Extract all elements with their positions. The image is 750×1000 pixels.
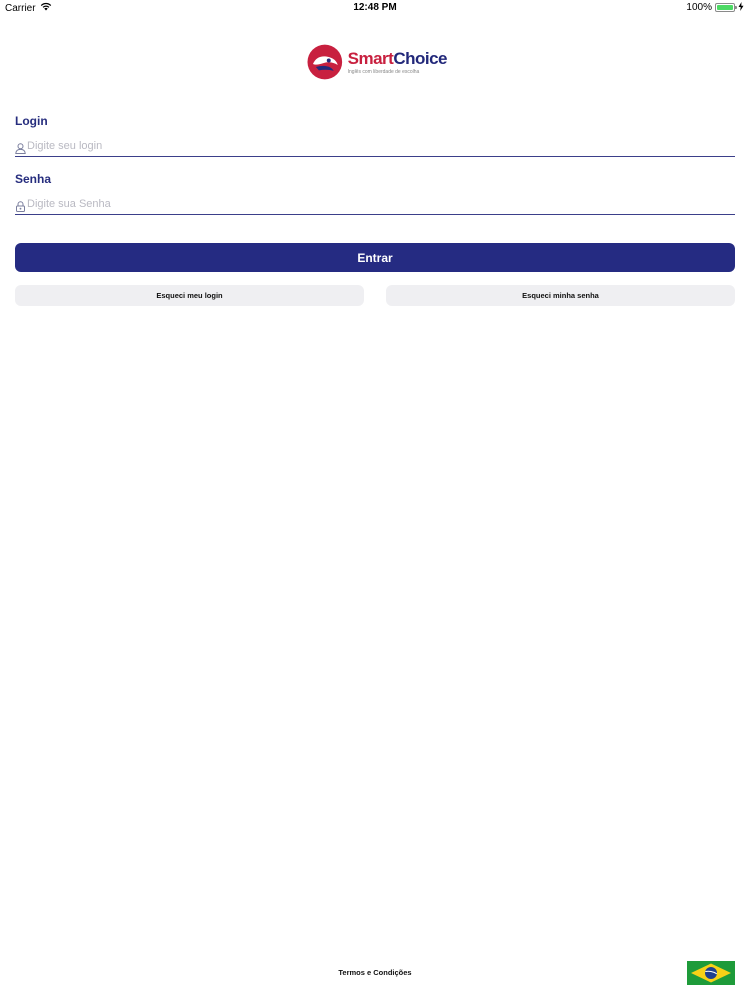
password-field-row bbox=[15, 194, 735, 215]
login-screen: Carrier 12:48 PM 100% SmartChoice Inglês… bbox=[0, 0, 750, 1000]
login-button[interactable]: Entrar bbox=[15, 243, 735, 272]
login-label: Login bbox=[15, 114, 48, 128]
battery-fill bbox=[717, 5, 733, 10]
login-input[interactable] bbox=[27, 140, 717, 152]
lock-icon bbox=[15, 199, 26, 212]
status-right: 100% bbox=[686, 2, 744, 13]
battery-nub bbox=[735, 6, 737, 9]
logo-mark-icon bbox=[307, 44, 343, 80]
charging-bolt-icon bbox=[738, 2, 744, 13]
logo-name-smart: Smart bbox=[347, 48, 394, 68]
terms-link[interactable]: Termos e Condições bbox=[0, 968, 750, 977]
forgot-login-button[interactable]: Esqueci meu login bbox=[15, 285, 364, 306]
battery-percent: 100% bbox=[686, 2, 712, 13]
brazil-flag-icon[interactable] bbox=[687, 961, 735, 985]
forgot-password-button[interactable]: Esqueci minha senha bbox=[386, 285, 735, 306]
logo-tagline: Inglês com liberdade de escolha bbox=[347, 68, 420, 75]
app-logo: SmartChoice Inglês com liberdade de esco… bbox=[307, 43, 447, 81]
password-label: Senha bbox=[15, 172, 52, 186]
password-input[interactable] bbox=[27, 198, 717, 210]
logo-name: SmartChoice bbox=[347, 48, 448, 68]
status-bar: Carrier 12:48 PM 100% bbox=[0, 0, 750, 16]
logo-text: SmartChoice Inglês com liberdade de esco… bbox=[347, 48, 448, 76]
user-icon bbox=[15, 141, 26, 154]
login-field-row bbox=[15, 136, 735, 157]
clock: 12:48 PM bbox=[353, 2, 397, 13]
logo-name-choice: Choice bbox=[393, 48, 447, 68]
battery-icon bbox=[715, 3, 737, 12]
